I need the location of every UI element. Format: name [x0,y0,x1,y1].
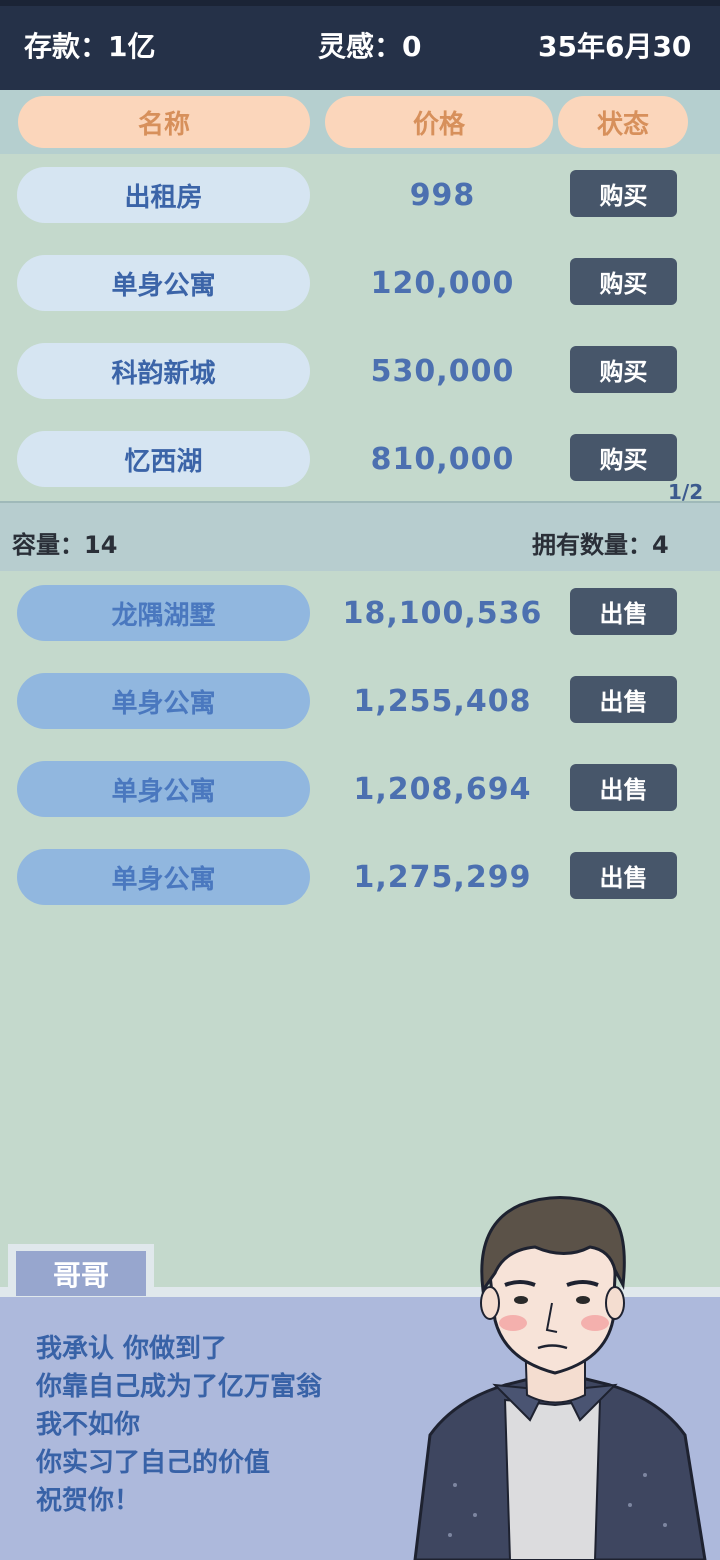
status-bar: 存款：1亿 灵感：0 35年6月30 [0,0,720,90]
inventory-bar: 容量：14 拥有数量：4 [0,503,720,571]
sell-button[interactable]: 出售 [570,676,677,723]
header-name: 名称 [18,96,310,148]
buy-button[interactable]: 购买 [570,434,677,481]
owned-row: 龙隅湖墅 18,100,536 出售 [0,583,720,671]
property-price: 530,000 [370,353,515,389]
property-price: 998 [409,177,476,213]
dialog-line: 你靠自己成为了亿万富翁 [36,1372,323,1402]
sell-button[interactable]: 出售 [570,588,677,635]
property-price: 810,000 [370,441,515,477]
owned-row: 单身公寓 1,275,299 出售 [0,847,720,935]
property-price: 1,255,408 [353,683,532,719]
savings-label: 存款：1亿 [24,30,156,63]
property-name: 忆西湖 [17,431,310,487]
dialog-text: 我承认 你做到了 你靠自己成为了亿万富翁 我不如你 你实习了自己的价值 祝贺你！ [36,1330,322,1520]
dialog-line: 我承认 你做到了 [36,1334,228,1364]
date-label: 35年6月30 [538,30,692,63]
property-price: 1,208,694 [353,771,532,807]
property-price: 18,100,536 [342,595,543,631]
buy-button[interactable]: 购买 [570,170,677,217]
dialog-line: 你实习了自己的价值 [36,1448,271,1478]
dialog-line: 我不如你 [36,1410,141,1440]
property-price: 120,000 [370,265,515,301]
buy-button[interactable]: 购买 [570,346,677,393]
market-row: 单身公寓 120,000 购买 [0,253,720,341]
speaker-tab: 哥哥 [8,1244,154,1296]
dialog-line: 祝贺你！ [36,1486,141,1516]
character-portrait [413,1196,707,1560]
property-name: 单身公寓 [17,255,310,311]
header-price: 价格 [325,96,553,148]
market-row: 出租房 998 购买 [0,165,720,253]
table-header: 名称 价格 状态 [0,90,720,154]
property-name: 龙隅湖墅 [17,585,310,641]
property-price: 1,275,299 [353,859,532,895]
owned-count-label: 拥有数量：4 [532,531,669,559]
status-bar-strip [0,0,720,6]
property-name: 单身公寓 [17,849,310,905]
speaker-name: 哥哥 [16,1251,146,1296]
capacity-label: 容量：14 [12,531,118,559]
sell-button[interactable]: 出售 [570,852,677,899]
property-name: 单身公寓 [17,673,310,729]
property-name: 单身公寓 [17,761,310,817]
header-status: 状态 [558,96,688,148]
owned-row: 单身公寓 1,255,408 出售 [0,671,720,759]
market-row: 科韵新城 530,000 购买 [0,341,720,429]
buy-button[interactable]: 购买 [570,258,677,305]
property-name: 科韵新城 [17,343,310,399]
owned-row: 单身公寓 1,208,694 出售 [0,759,720,847]
sell-button[interactable]: 出售 [570,764,677,811]
inspiration-label: 灵感：0 [318,30,422,63]
property-name: 出租房 [17,167,310,223]
